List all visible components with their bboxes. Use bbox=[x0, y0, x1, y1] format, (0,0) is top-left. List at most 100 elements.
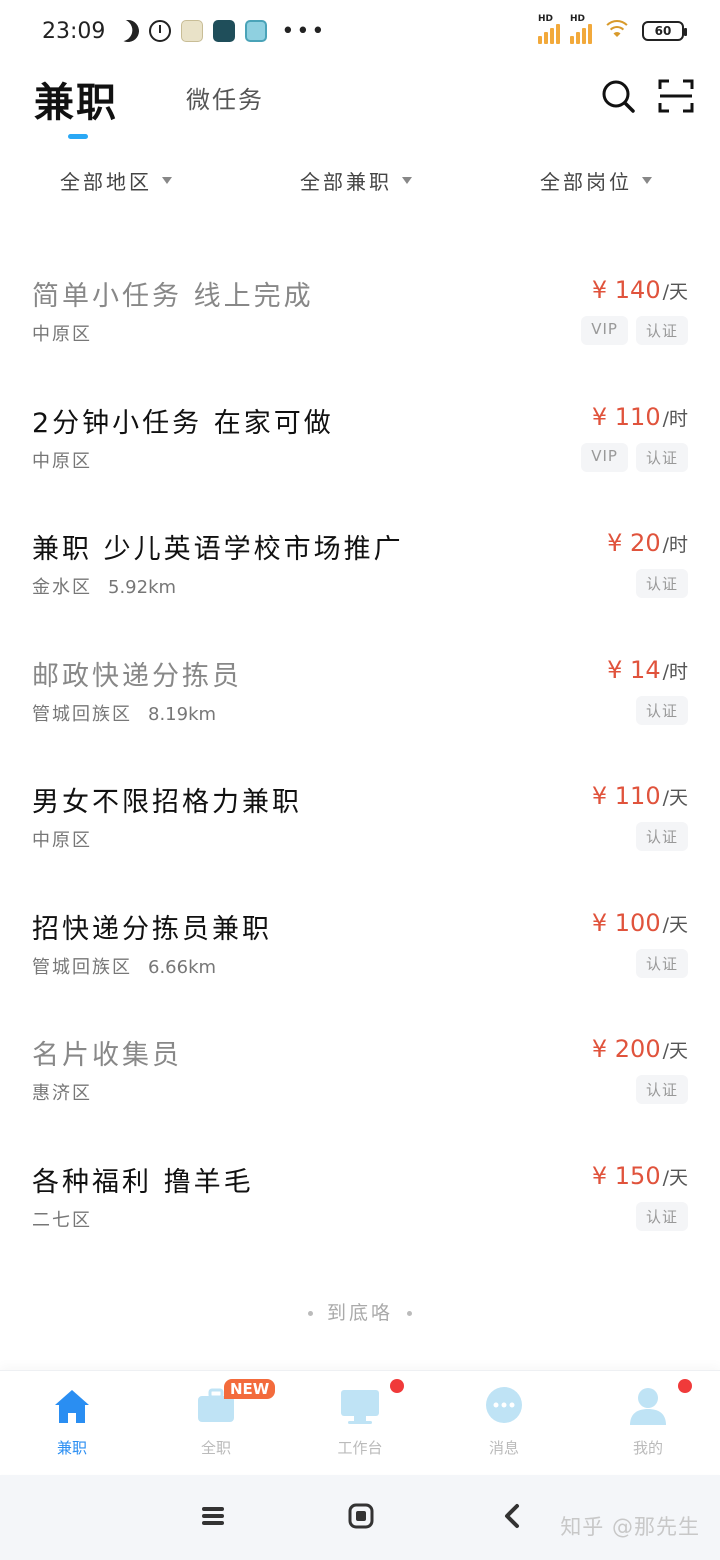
status-bar: 23:09 ••• HD HD 60 bbox=[0, 0, 720, 62]
job-tag: 认证 bbox=[635, 1075, 688, 1104]
filter-region-dropdown[interactable]: 全部地区 bbox=[60, 166, 172, 195]
nav-label: 我的 bbox=[632, 1439, 663, 1457]
home-button-icon[interactable] bbox=[348, 1503, 374, 1529]
job-tag: 认证 bbox=[635, 948, 688, 978]
caret-down-icon bbox=[402, 177, 412, 184]
job-list: 简单小任务 线上完成 中原区 ¥ 140/天 VIP 认证 2分钟小任务 在家可做… bbox=[0, 228, 720, 1240]
scan-icon[interactable] bbox=[658, 78, 694, 114]
app-notification-icon bbox=[181, 20, 204, 42]
job-salary: ¥ 110/天 bbox=[591, 782, 688, 810]
nav-label: 兼职 bbox=[56, 1439, 87, 1457]
tab-microtask[interactable]: 微任务 bbox=[186, 80, 264, 115]
filter-type-dropdown[interactable]: 全部兼职 bbox=[300, 166, 412, 195]
job-title: 各种福利 撸羊毛 bbox=[32, 1166, 254, 1198]
top-header: 兼职 微任务 bbox=[0, 62, 720, 152]
notification-dot bbox=[390, 1379, 404, 1393]
system-nav-bar: 知乎 @那先生 bbox=[0, 1475, 720, 1560]
caret-down-icon bbox=[642, 177, 652, 184]
job-salary: ¥ 100/天 bbox=[591, 908, 688, 937]
job-location: 中原区 bbox=[32, 324, 92, 345]
job-title: 名片收集员 bbox=[32, 1040, 182, 1071]
bottom-nav: 兼职 NEW 全职 工作台 消息 我的 bbox=[0, 1370, 720, 1474]
job-tag: 认证 bbox=[635, 1201, 688, 1231]
nav-item-profile[interactable]: 我的 bbox=[576, 1379, 720, 1469]
filter-label: 全部兼职 bbox=[300, 170, 392, 194]
job-list-item[interactable]: 名片收集员 惠济区 ¥ 200/天 认证 bbox=[0, 987, 720, 1114]
job-salary: ¥ 150/天 bbox=[591, 1161, 688, 1190]
nav-label: 消息 bbox=[488, 1439, 519, 1457]
job-list-item[interactable]: 2分钟小任务 在家可做 中原区 ¥ 110/时 VIP 认证 bbox=[0, 355, 720, 482]
monitor-icon bbox=[341, 1390, 379, 1424]
job-title: 招快递分拣员兼职 bbox=[32, 913, 272, 945]
active-tab-indicator bbox=[68, 134, 88, 139]
battery-icon: 60 bbox=[642, 21, 687, 41]
job-list-item[interactable]: 各种福利 撸羊毛 二七区 ¥ 150/天 认证 bbox=[0, 1114, 720, 1241]
notification-dot bbox=[678, 1379, 692, 1393]
job-tag: VIP bbox=[581, 442, 628, 472]
job-location: 金水区 5.92km bbox=[32, 577, 177, 598]
filter-bar: 全部地区 全部兼职 全部岗位 bbox=[0, 158, 720, 204]
nav-label: 全职 bbox=[200, 1439, 231, 1457]
tab-parttime[interactable]: 兼职 bbox=[34, 70, 118, 128]
job-list-item[interactable]: 简单小任务 线上完成 中原区 ¥ 140/天 VIP 认证 bbox=[0, 228, 720, 355]
back-icon[interactable] bbox=[500, 1503, 526, 1529]
job-tag: 认证 bbox=[635, 822, 688, 851]
job-tag: 认证 bbox=[635, 316, 688, 345]
job-tag: 认证 bbox=[635, 569, 688, 598]
nav-item-messages[interactable]: 消息 bbox=[432, 1385, 576, 1469]
job-list-item[interactable]: 兼职 少儿英语学校市场推广 金水区 5.92km ¥ 20/时 认证 bbox=[0, 481, 720, 608]
job-tag: 认证 bbox=[635, 442, 688, 472]
hourglass-app-icon bbox=[213, 20, 236, 42]
filter-label: 全部岗位 bbox=[540, 170, 632, 194]
job-tags: 认证 bbox=[635, 695, 688, 725]
nav-item-fulltime[interactable]: NEW 全职 bbox=[144, 1379, 288, 1469]
home-icon bbox=[55, 1390, 89, 1423]
job-title: 邮政快递分拣员 bbox=[32, 660, 242, 692]
job-title: 男女不限招格力兼职 bbox=[32, 787, 302, 818]
job-salary: ¥ 140/天 bbox=[591, 276, 688, 304]
person-icon bbox=[630, 1388, 666, 1425]
more-notifications-icon: ••• bbox=[281, 18, 327, 44]
job-list-item[interactable]: 招快递分拣员兼职 管城回族区 6.66km ¥ 100/天 认证 bbox=[0, 861, 720, 988]
battery-level: 60 bbox=[654, 24, 672, 38]
status-time: 23:09 bbox=[42, 18, 106, 44]
job-tags: 认证 bbox=[635, 1201, 688, 1231]
job-salary: ¥ 14/时 bbox=[607, 655, 688, 684]
job-tags: 认证 bbox=[635, 1075, 688, 1104]
job-tag: 认证 bbox=[635, 695, 688, 725]
nav-item-parttime[interactable]: 兼职 bbox=[0, 1385, 144, 1469]
filter-position-dropdown[interactable]: 全部岗位 bbox=[540, 166, 652, 195]
job-list-item[interactable]: 男女不限招格力兼职 中原区 ¥ 110/天 认证 bbox=[0, 734, 720, 861]
job-location: 中原区 bbox=[32, 450, 92, 472]
job-location: 惠济区 bbox=[32, 1083, 92, 1104]
caret-down-icon bbox=[162, 177, 172, 184]
alarm-icon bbox=[149, 20, 172, 42]
job-title: 兼职 少儿英语学校市场推广 bbox=[32, 534, 404, 565]
nav-item-workbench[interactable]: 工作台 bbox=[288, 1379, 432, 1469]
job-salary: ¥ 200/天 bbox=[591, 1035, 688, 1063]
menu-icon[interactable] bbox=[200, 1503, 226, 1529]
end-of-list-hint: 到底咯 bbox=[0, 1298, 720, 1325]
job-salary: ¥ 110/时 bbox=[591, 402, 688, 431]
job-location: 管城回族区 8.19km bbox=[32, 703, 217, 725]
job-tags: 认证 bbox=[635, 948, 688, 978]
job-distance: 5.92km bbox=[108, 577, 177, 598]
job-location: 中原区 bbox=[32, 830, 92, 851]
job-location: 二七区 bbox=[32, 1209, 92, 1231]
filter-label: 全部地区 bbox=[60, 170, 152, 194]
chat-icon bbox=[486, 1387, 522, 1423]
signal-icon: HD bbox=[538, 14, 560, 44]
new-badge: NEW bbox=[224, 1379, 276, 1399]
job-distance: 6.66km bbox=[148, 956, 217, 978]
job-location: 管城回族区 6.66km bbox=[32, 956, 217, 978]
search-icon[interactable] bbox=[600, 78, 636, 114]
nav-label: 工作台 bbox=[337, 1439, 383, 1457]
job-tags: VIP 认证 bbox=[581, 316, 688, 345]
job-title: 2分钟小任务 在家可做 bbox=[32, 407, 334, 439]
moon-icon bbox=[117, 20, 139, 42]
job-tags: VIP 认证 bbox=[581, 442, 688, 472]
job-list-item[interactable]: 邮政快递分拣员 管城回族区 8.19km ¥ 14/时 认证 bbox=[0, 608, 720, 735]
job-salary: ¥ 20/时 bbox=[607, 529, 688, 557]
wifi-icon bbox=[602, 20, 632, 42]
job-title: 简单小任务 线上完成 bbox=[32, 281, 314, 312]
